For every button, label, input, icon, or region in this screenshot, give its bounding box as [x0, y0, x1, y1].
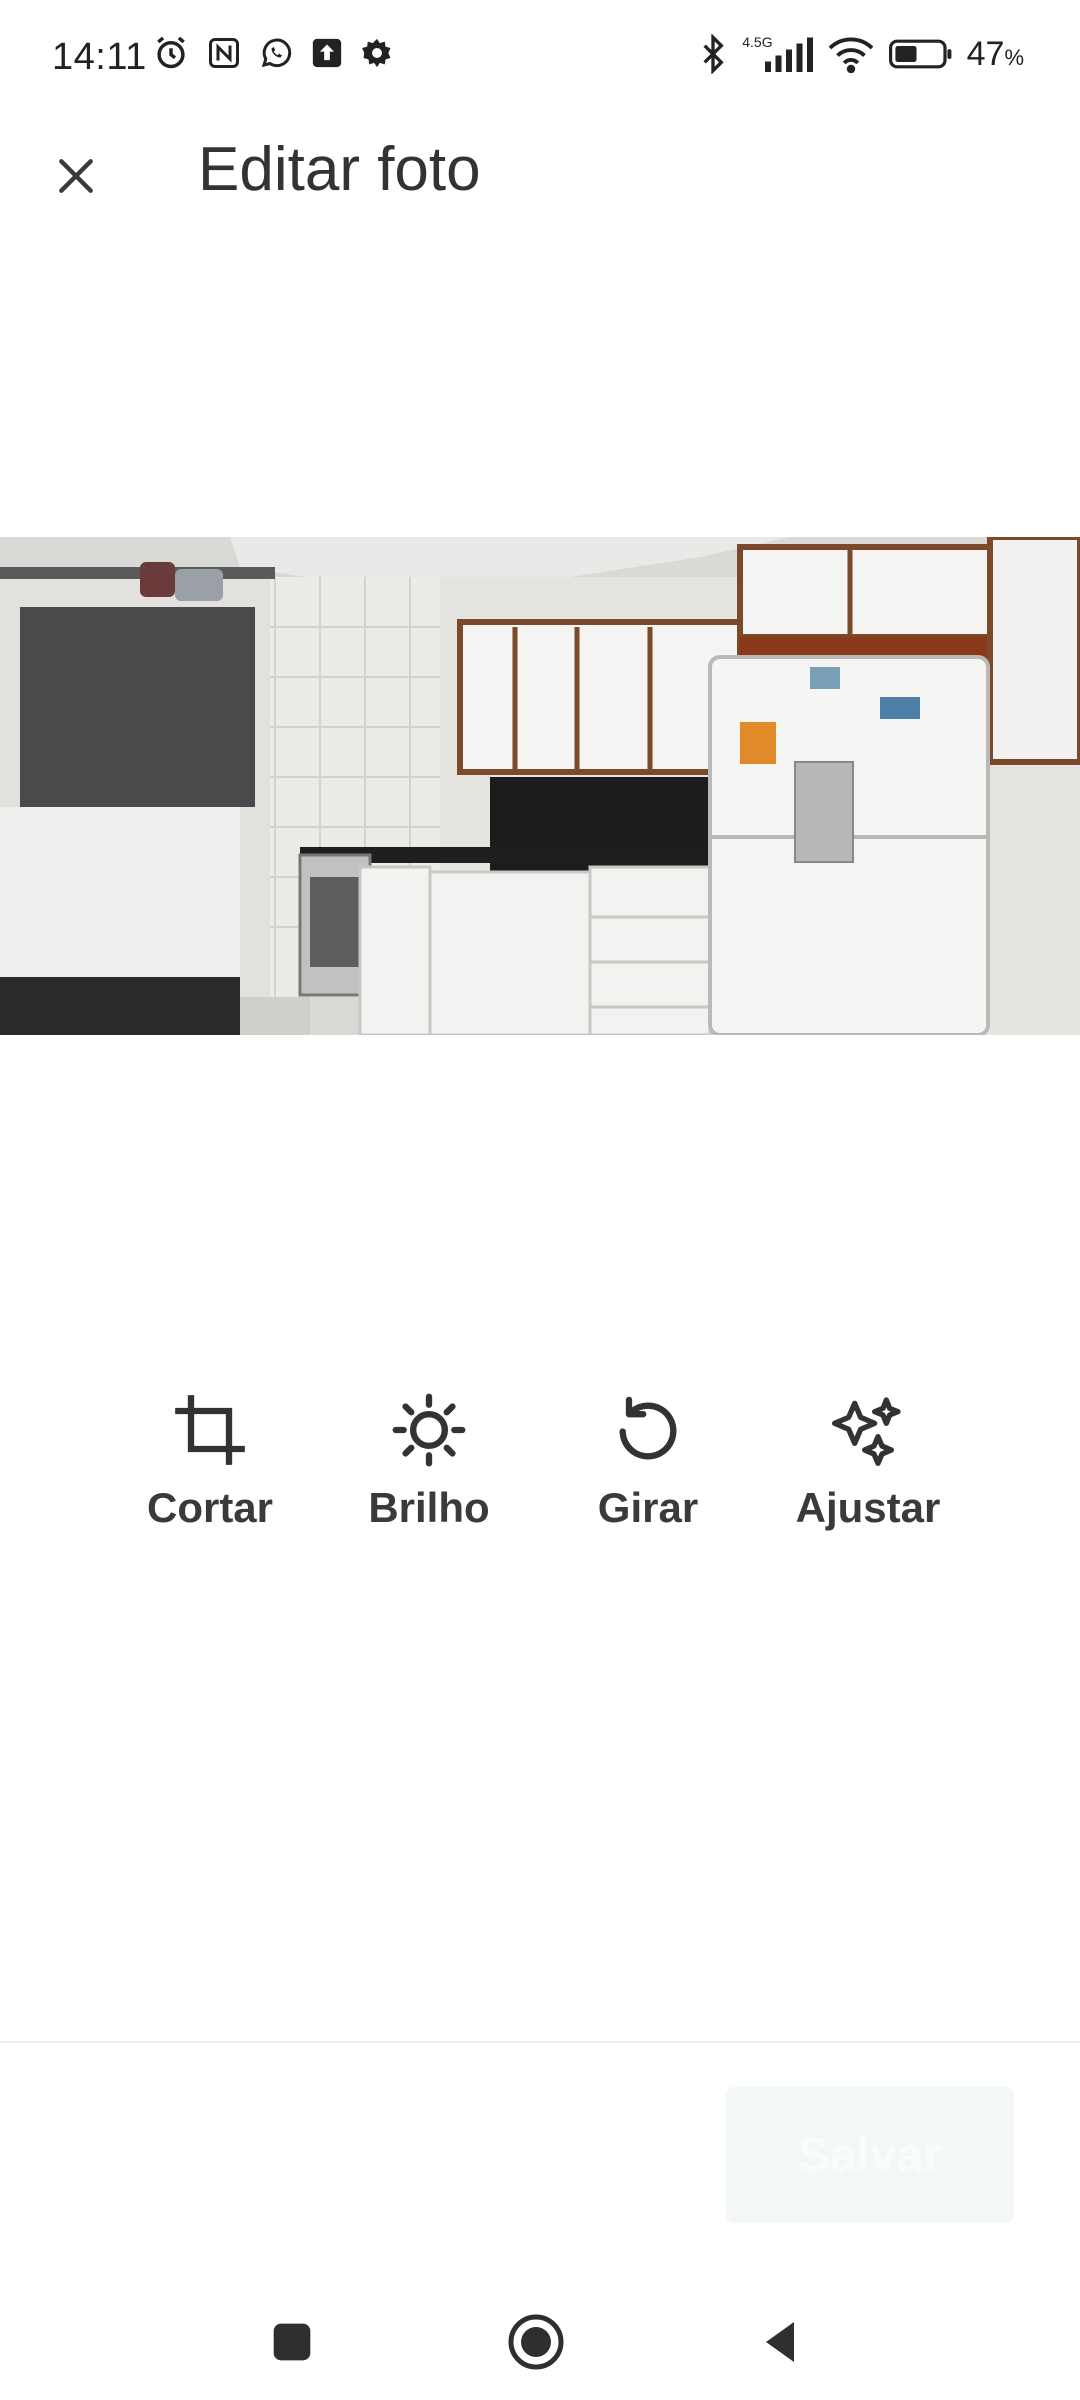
- battery-percent: 47%: [966, 34, 1024, 73]
- app-bar: Editar foto: [0, 116, 1080, 226]
- tool-adjust-label: Ajustar: [795, 1484, 941, 1531]
- status-time: 14:11: [52, 36, 147, 78]
- wifi-icon: [827, 35, 875, 73]
- edit-tools: Cortar Brilho Girar Ajustar: [0, 1390, 1080, 1550]
- recents-icon: [273, 2323, 311, 2361]
- sparkle-icon: [828, 1390, 908, 1470]
- tool-rotate-label: Girar: [597, 1484, 699, 1531]
- network-label: 4.5G: [742, 34, 773, 50]
- page-title: Editar foto: [198, 135, 481, 204]
- tool-crop-label: Cortar: [146, 1484, 274, 1531]
- close-button[interactable]: [40, 140, 112, 212]
- alarm-icon: [152, 34, 190, 72]
- system-nav-bar: [0, 2280, 1080, 2400]
- footer-divider: [0, 2041, 1080, 2043]
- settings-icon: [360, 36, 394, 70]
- battery-icon: [888, 37, 953, 71]
- save-button[interactable]: Salvar: [726, 2087, 1014, 2223]
- kitchen-photo: [0, 537, 1080, 1035]
- tool-adjust[interactable]: Ajustar: [778, 1390, 958, 1550]
- photo-preview: [0, 537, 1080, 1035]
- close-icon: [59, 159, 93, 193]
- recents-button[interactable]: [252, 2302, 332, 2382]
- upload-icon: [310, 36, 344, 70]
- tool-rotate[interactable]: Girar: [558, 1390, 738, 1550]
- nfc-icon: [206, 35, 242, 71]
- tool-crop[interactable]: Cortar: [120, 1390, 300, 1550]
- back-button[interactable]: [740, 2302, 820, 2382]
- back-icon: [766, 2322, 794, 2362]
- status-icons-left: [152, 34, 394, 72]
- crop-icon: [170, 1390, 250, 1470]
- brightness-icon: [389, 1390, 469, 1470]
- home-button[interactable]: [496, 2302, 576, 2382]
- tool-brightness[interactable]: Brilho: [339, 1390, 519, 1550]
- status-bar: 14:11 4.5G 47%: [0, 0, 1080, 116]
- whatsapp-icon: [258, 35, 294, 71]
- bluetooth-icon: [698, 34, 728, 74]
- rotate-icon: [608, 1390, 688, 1470]
- status-icons-right: 4.5G 47%: [698, 34, 1024, 74]
- tool-brightness-label: Brilho: [368, 1484, 490, 1531]
- home-icon: [508, 2314, 564, 2370]
